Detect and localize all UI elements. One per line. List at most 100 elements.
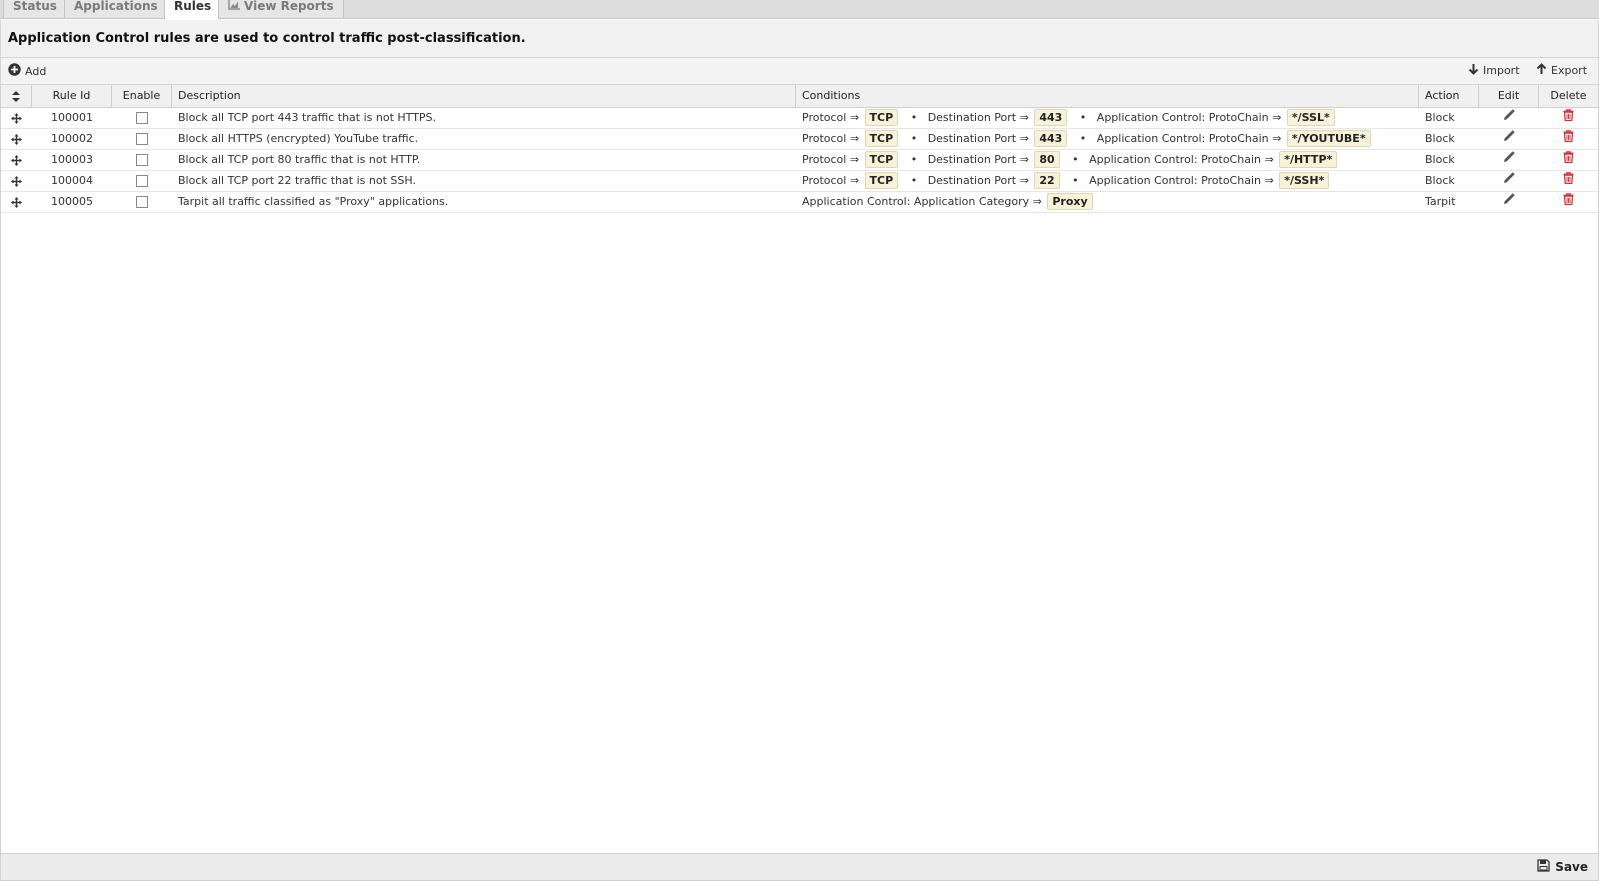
- add-icon: [8, 63, 21, 79]
- move-icon: [11, 132, 22, 145]
- rule-id-header[interactable]: Rule Id: [32, 85, 112, 108]
- rule-conditions: Protocol ⇒ TCP • Destination Port ⇒ 22 •…: [796, 171, 1419, 191]
- reorder-column-header[interactable]: [1, 85, 32, 108]
- trash-icon[interactable]: [1563, 129, 1574, 149]
- rule-id: 100005: [51, 195, 93, 208]
- enable-cell: [112, 171, 172, 191]
- pencil-icon[interactable]: [1503, 171, 1515, 191]
- condition-separator: •: [910, 132, 918, 145]
- protocol-value: TCP: [864, 109, 899, 126]
- move-icon: [11, 111, 22, 124]
- enable-checkbox[interactable]: [136, 174, 148, 187]
- description-panel: Application Control rules are used to co…: [0, 20, 1599, 58]
- rule-conditions: Protocol ⇒ TCP • Destination Port ⇒ 443 …: [796, 108, 1419, 128]
- delete-cell: [1539, 192, 1598, 212]
- arrow-up-icon: [1536, 63, 1547, 78]
- protocol-value: TCP: [864, 151, 899, 168]
- table-row: 100005 Tarpit all traffic classified as …: [1, 192, 1598, 213]
- move-icon: [11, 174, 22, 187]
- rule-action: Block: [1425, 174, 1455, 187]
- port-value: 22: [1034, 172, 1060, 189]
- drag-handle[interactable]: [1, 129, 32, 149]
- rule-conditions: Application Control: Application Categor…: [796, 192, 1419, 212]
- enable-cell: [112, 129, 172, 149]
- pencil-icon[interactable]: [1503, 108, 1515, 128]
- protocol-label: Protocol ⇒: [802, 132, 860, 145]
- rule-action: Block: [1425, 153, 1455, 166]
- tab-view-reports[interactable]: View Reports: [218, 0, 344, 19]
- import-button[interactable]: Import: [1468, 63, 1520, 78]
- port-value: 80: [1034, 151, 1060, 168]
- pencil-icon[interactable]: [1503, 129, 1515, 149]
- grid-toolbar: Add Import Export: [0, 58, 1599, 85]
- condition-separator: •: [1079, 132, 1087, 145]
- table-row: 100003 Block all TCP port 80 traffic tha…: [1, 150, 1598, 171]
- rule-conditions: Protocol ⇒ TCP • Destination Port ⇒ 443 …: [796, 129, 1419, 149]
- description-header[interactable]: Description: [172, 85, 796, 108]
- table-row: 100004 Block all TCP port 22 traffic tha…: [1, 171, 1598, 192]
- trash-icon[interactable]: [1563, 150, 1574, 170]
- tab-rules[interactable]: Rules: [164, 0, 222, 20]
- footer-bar: Save: [0, 853, 1599, 881]
- protochain-value: */SSL*: [1286, 109, 1335, 126]
- trash-icon[interactable]: [1563, 108, 1574, 128]
- category-label: Application Control: Application Categor…: [802, 195, 1042, 208]
- protochain-value: */YOUTUBE*: [1286, 130, 1371, 147]
- rule-id: 100002: [51, 132, 93, 145]
- save-button[interactable]: Save: [1537, 859, 1588, 875]
- enable-checkbox[interactable]: [136, 153, 148, 166]
- tab-status[interactable]: Status: [3, 0, 67, 19]
- enable-header[interactable]: Enable: [112, 85, 172, 108]
- enable-checkbox[interactable]: [136, 132, 148, 145]
- rule-description: Block all TCP port 80 traffic that is no…: [178, 153, 421, 166]
- enable-cell: [112, 192, 172, 212]
- tab-applications-label: Applications: [74, 0, 158, 13]
- export-label: Export: [1551, 64, 1588, 77]
- enable-checkbox[interactable]: [136, 195, 148, 208]
- action-header[interactable]: Action: [1419, 85, 1479, 108]
- edit-cell: [1479, 108, 1539, 128]
- edit-cell: [1479, 150, 1539, 170]
- rule-description: Tarpit all traffic classified as "Proxy"…: [178, 195, 449, 208]
- protochain-value: */HTTP*: [1279, 151, 1338, 168]
- rule-action: Block: [1425, 111, 1455, 124]
- protochain-label: Application Control: ProtoChain ⇒: [1089, 174, 1274, 187]
- rule-id: 100001: [51, 111, 93, 124]
- delete-cell: [1539, 171, 1598, 191]
- drag-handle[interactable]: [1, 108, 32, 128]
- grid-header: Rule Id Enable Description Conditions Ac…: [1, 85, 1598, 108]
- condition-separator: •: [910, 174, 918, 187]
- export-button[interactable]: Export: [1536, 63, 1587, 78]
- delete-cell: [1539, 129, 1598, 149]
- add-button[interactable]: Add: [8, 63, 46, 79]
- rule-description: Block all TCP port 443 traffic that is n…: [178, 111, 437, 124]
- drag-handle[interactable]: [1, 192, 32, 212]
- rule-id: 100004: [51, 174, 93, 187]
- import-label: Import: [1483, 64, 1520, 77]
- port-label: Destination Port ⇒: [927, 111, 1029, 124]
- tab-applications[interactable]: Applications: [64, 0, 168, 19]
- condition-separator: •: [1072, 153, 1079, 166]
- protocol-label: Protocol ⇒: [802, 174, 860, 187]
- drag-handle[interactable]: [1, 171, 32, 191]
- pencil-icon[interactable]: [1503, 192, 1515, 212]
- port-label: Destination Port ⇒: [927, 132, 1029, 145]
- trash-icon[interactable]: [1563, 171, 1574, 191]
- pencil-icon[interactable]: [1503, 150, 1515, 170]
- rule-id: 100003: [51, 153, 93, 166]
- port-label: Destination Port ⇒: [927, 153, 1029, 166]
- table-row: 100002 Block all HTTPS (encrypted) YouTu…: [1, 129, 1598, 150]
- tab-rules-label: Rules: [174, 0, 212, 13]
- protocol-value: TCP: [864, 130, 899, 147]
- rules-grid: Rule Id Enable Description Conditions Ac…: [0, 85, 1599, 853]
- drag-handle[interactable]: [1, 150, 32, 170]
- rule-action: Block: [1425, 132, 1455, 145]
- protochain-label: Application Control: ProtoChain ⇒: [1096, 111, 1282, 124]
- protocol-label: Protocol ⇒: [802, 111, 860, 124]
- table-row: 100001 Block all TCP port 443 traffic th…: [1, 108, 1598, 129]
- trash-icon[interactable]: [1563, 192, 1574, 212]
- conditions-header[interactable]: Conditions: [796, 85, 1419, 108]
- rule-conditions: Protocol ⇒ TCP • Destination Port ⇒ 80 •…: [796, 150, 1419, 170]
- edit-cell: [1479, 129, 1539, 149]
- enable-checkbox[interactable]: [136, 111, 148, 124]
